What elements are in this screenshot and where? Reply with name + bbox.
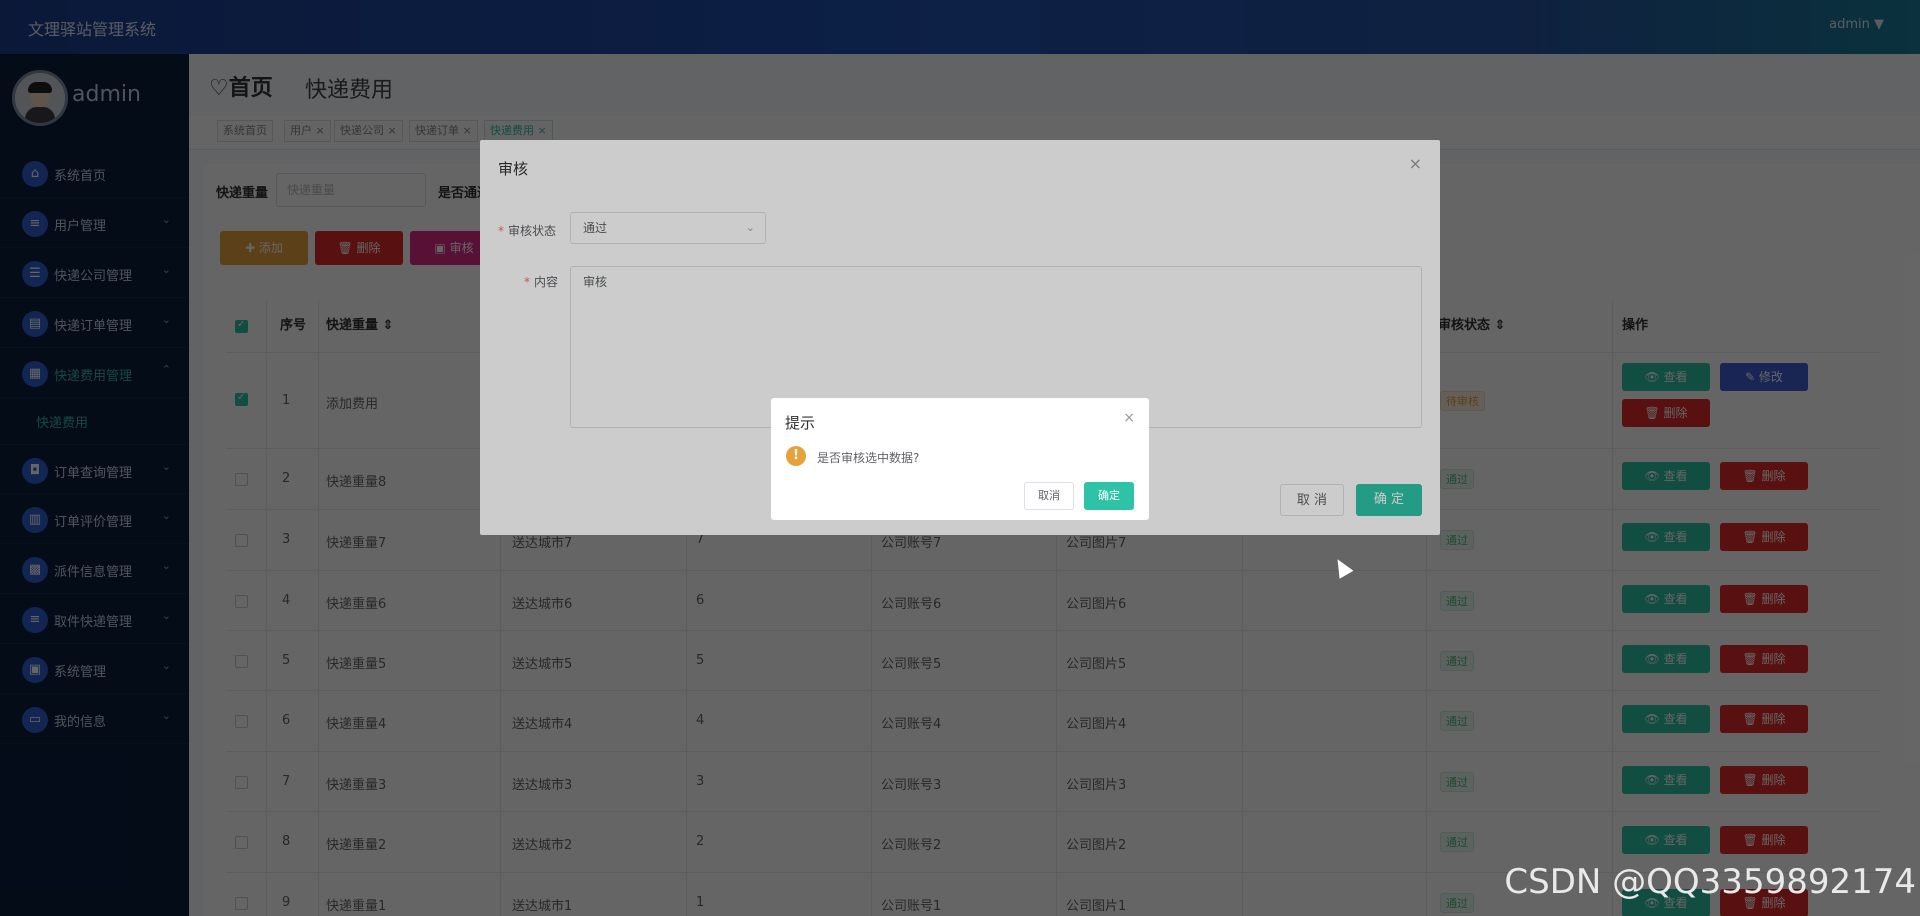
message-cancel-button[interactable]: 取消 [1024, 482, 1074, 510]
message-confirm-button[interactable]: 确定 [1084, 482, 1134, 510]
confirm-message-box: 提示 × ! 是否审核选中数据? 取消 确定 [771, 398, 1149, 520]
message-text: 是否审核选中数据? [817, 451, 920, 465]
close-icon[interactable]: × [1123, 410, 1135, 426]
warning-icon: ! [786, 446, 806, 466]
watermark: CSDN @QQ3359892174 [1504, 862, 1916, 902]
message-title: 提示 [785, 414, 816, 432]
